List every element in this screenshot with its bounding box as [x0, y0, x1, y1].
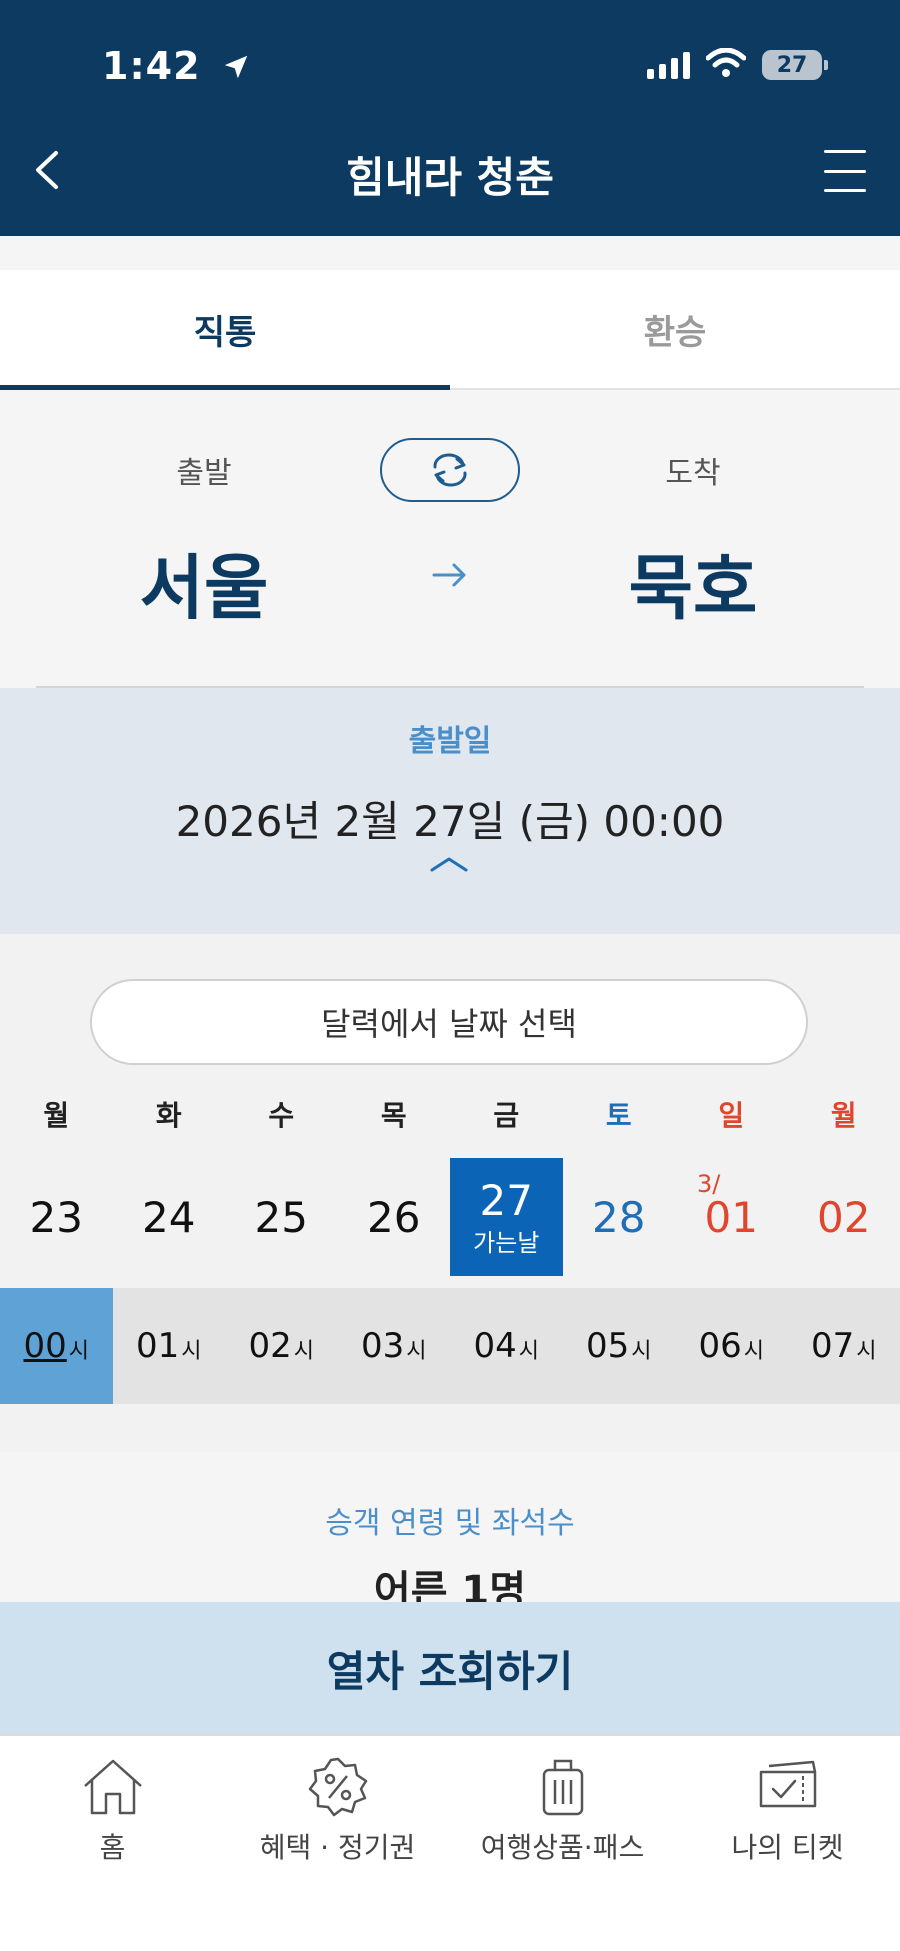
- hour-suffix: 시: [631, 1339, 652, 1364]
- wifi-icon: [705, 47, 747, 82]
- departure-station[interactable]: 서울: [74, 532, 334, 633]
- day-cell[interactable]: 25: [225, 1158, 338, 1276]
- arrow-right-icon: [432, 560, 468, 594]
- chevron-up-icon[interactable]: [428, 854, 470, 878]
- weekday-label: 화: [155, 1099, 182, 1132]
- weekday-label-sunday: 일: [718, 1099, 745, 1132]
- nav-item-my-tickets[interactable]: 나의 티켓: [675, 1736, 900, 1951]
- passenger-title: 승객 연령 및 좌석수: [325, 1506, 575, 1541]
- app-header: 1:42 27 힘내라 청춘: [0, 0, 900, 236]
- nav-label: 혜택 · 정기권: [259, 1831, 416, 1864]
- day-number: 25: [254, 1192, 308, 1242]
- day-number: 26: [367, 1192, 421, 1242]
- hour-cell[interactable]: 02 시: [225, 1288, 338, 1404]
- day-row: 23 24 25 26 27 가는날 28 3/ 01 02: [0, 1158, 900, 1276]
- hour-cell[interactable]: 03 시: [338, 1288, 451, 1404]
- day-number: 27: [479, 1176, 533, 1225]
- tab-transfer[interactable]: 환승: [450, 270, 900, 388]
- day-cell-selected[interactable]: 27 가는날: [450, 1158, 563, 1276]
- status-indicators: 27: [647, 47, 828, 82]
- day-number: 24: [142, 1192, 196, 1242]
- nav-item-travel-packages[interactable]: 여행상품·패스: [450, 1736, 675, 1951]
- tab-direct[interactable]: 직통: [0, 270, 450, 390]
- day-number: 02: [817, 1192, 871, 1242]
- day-cell[interactable]: 24: [113, 1158, 226, 1276]
- day-number: 28: [592, 1192, 646, 1242]
- hour-number: 01: [135, 1326, 180, 1366]
- hour-cell[interactable]: 06 시: [675, 1288, 788, 1404]
- swap-icon: [433, 453, 467, 487]
- hamburger-menu-icon[interactable]: [824, 150, 866, 192]
- hour-cell[interactable]: 05 시: [563, 1288, 676, 1404]
- nav-label: 여행상품·패스: [480, 1831, 645, 1864]
- discount-badge-icon: [308, 1757, 367, 1817]
- ticket-icon: [759, 1760, 816, 1808]
- day-cell[interactable]: 26: [338, 1158, 451, 1276]
- departure-date-value: 2026년 2월 27일 (금) 00:00: [175, 797, 725, 846]
- hour-suffix: 시: [181, 1339, 202, 1364]
- calendar-strip: 달력에서 날짜 선택 월 화 수 목 금 토 일 월 23 24 25 26 2…: [0, 934, 900, 1454]
- battery-icon: 27: [762, 50, 828, 80]
- passenger-section[interactable]: 승객 연령 및 좌석수 어른 1명: [0, 1452, 900, 1614]
- status-time-text: 1:42: [102, 44, 201, 88]
- search-trains-button[interactable]: 열차 조회하기: [0, 1602, 900, 1734]
- departure-label: 출발: [176, 456, 232, 491]
- hour-suffix: 시: [293, 1339, 314, 1364]
- home-icon: [83, 1759, 142, 1815]
- swap-stations-button[interactable]: [380, 438, 520, 502]
- day-cell-holiday[interactable]: 02: [788, 1158, 900, 1276]
- hour-suffix: 시: [68, 1339, 89, 1364]
- hour-cell-selected[interactable]: 00 시: [0, 1288, 113, 1404]
- hour-number: 02: [248, 1326, 292, 1366]
- weekday-label: 월: [43, 1099, 70, 1132]
- hour-suffix: 시: [856, 1339, 877, 1364]
- month-tag: 3/: [697, 1170, 721, 1198]
- weekday-label: 목: [380, 1099, 407, 1132]
- day-cell[interactable]: 23: [0, 1158, 113, 1276]
- departure-date-title: 출발일: [408, 724, 492, 759]
- route-type-tabs: 직통 환승: [0, 270, 900, 390]
- weekday-row: 월 화 수 목 금 토 일 월: [0, 1094, 900, 1134]
- hour-row: 00 시 01 시 02 시 03 시 04 시 05 시 06 시 07 시: [0, 1288, 900, 1404]
- status-time: 1:42: [102, 44, 251, 91]
- hour-number: 00: [23, 1326, 67, 1366]
- hour-suffix: 시: [743, 1339, 764, 1364]
- hour-suffix: 시: [518, 1339, 539, 1364]
- nav-label: 홈: [99, 1831, 126, 1864]
- calendar-select-button[interactable]: 달력에서 날짜 선택: [90, 979, 808, 1065]
- route-section: 출발 도착 서울 묵호: [0, 392, 900, 688]
- selected-day-caption: 가는날: [473, 1229, 540, 1257]
- weekday-label: 수: [268, 1099, 295, 1132]
- day-cell-sunday[interactable]: 3/ 01: [675, 1158, 788, 1276]
- luggage-icon: [542, 1759, 583, 1816]
- battery-level: 27: [776, 52, 808, 78]
- bottom-nav: 홈 혜택 · 정기권 여행상품·패스 나의 티켓: [0, 1734, 900, 1951]
- hour-cell[interactable]: 01 시: [113, 1288, 226, 1404]
- arrival-station[interactable]: 묵호: [563, 532, 823, 633]
- day-cell-saturday[interactable]: 28: [563, 1158, 676, 1276]
- header-gap: [0, 236, 900, 270]
- nav-label: 나의 티켓: [731, 1831, 844, 1864]
- hour-number: 06: [698, 1326, 742, 1366]
- hour-number: 07: [810, 1326, 855, 1366]
- hour-cell[interactable]: 07 시: [788, 1288, 900, 1404]
- weekday-label-saturday: 토: [605, 1099, 632, 1132]
- arrival-label: 도착: [665, 456, 721, 491]
- nav-item-home[interactable]: 홈: [0, 1736, 225, 1951]
- hour-number: 04: [473, 1326, 517, 1366]
- day-number: 23: [29, 1192, 83, 1242]
- departure-date-section[interactable]: 출발일 2026년 2월 27일 (금) 00:00: [0, 688, 900, 934]
- hour-number: 03: [360, 1326, 405, 1366]
- page-title: 힘내라 청춘: [346, 153, 554, 202]
- hour-cell[interactable]: 04 시: [450, 1288, 563, 1404]
- weekday-label-holiday: 월: [830, 1099, 857, 1132]
- location-arrow-icon: [221, 47, 251, 91]
- hour-suffix: 시: [406, 1339, 427, 1364]
- day-number: 01: [704, 1192, 758, 1242]
- hour-number: 05: [585, 1326, 630, 1366]
- cellular-signal-icon: [647, 51, 690, 79]
- nav-item-benefits[interactable]: 혜택 · 정기권: [225, 1736, 450, 1951]
- weekday-label: 금: [493, 1099, 520, 1132]
